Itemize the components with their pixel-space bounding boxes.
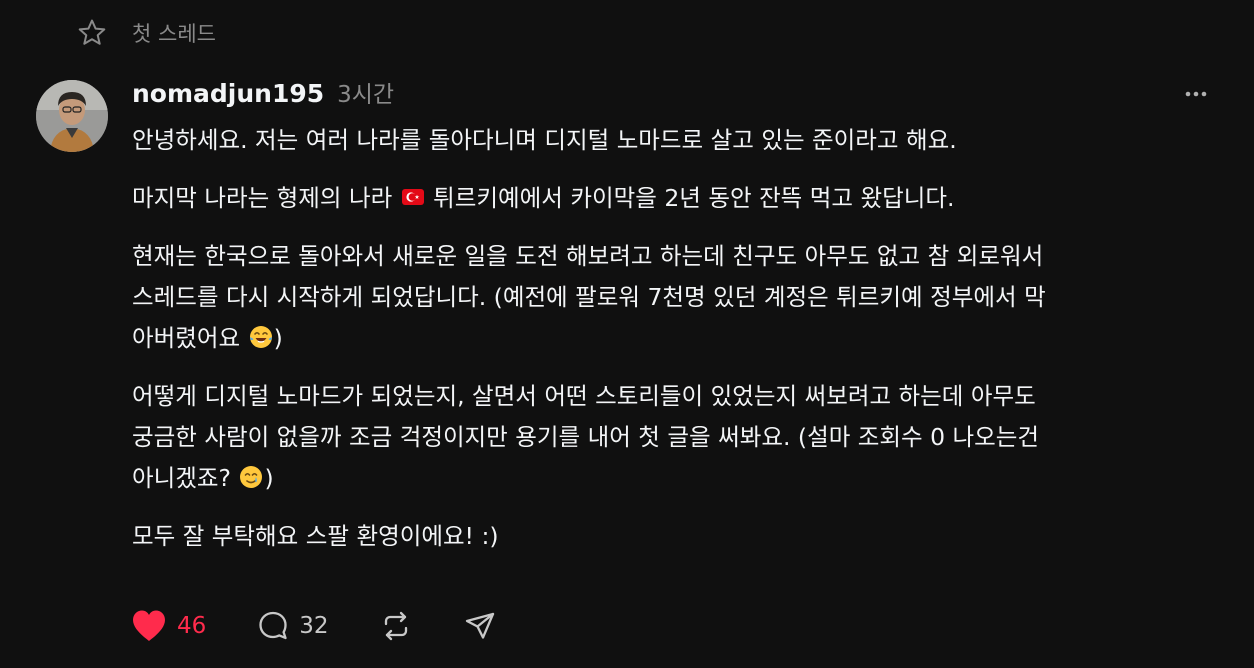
paragraph-text: 마지막 나라는 형제의 나라 — [132, 184, 400, 212]
post-paragraph: 마지막 나라는 형제의 나라 튀르키예에서 카이막을 2년 동안 잔뜩 먹고 왔… — [132, 178, 1232, 219]
star-icon[interactable] — [76, 17, 108, 49]
turkey-flag-emoji — [400, 182, 426, 208]
tears-of-joy-emoji — [248, 322, 274, 348]
paragraph-text: 안녕하세요. 저는 여러 나라를 돌아다니며 디지털 노마드로 살고 있는 준이… — [132, 126, 957, 154]
comment-icon — [259, 611, 287, 640]
post-body: 안녕하세요. 저는 여러 나라를 돌아다니며 디지털 노마드로 살고 있는 준이… — [132, 120, 1232, 574]
smiling-face-with-tear-emoji — [238, 462, 264, 488]
paragraph-text: ) — [264, 464, 274, 492]
repost-button[interactable] — [379, 609, 413, 643]
paragraph-text: 스레드를 다시 시작하게 되었답니다. (예전에 팔로워 7천명 있던 계정은 … — [132, 283, 1046, 311]
paragraph-text: 아버렸어요 — [132, 324, 248, 352]
avatar[interactable] — [36, 80, 108, 152]
paragraph-text: 현재는 한국으로 돌아와서 새로운 일을 도전 해보려고 하는데 친구도 아무도… — [132, 242, 1044, 270]
share-button[interactable] — [463, 609, 497, 643]
send-icon — [465, 612, 494, 639]
post-paragraph: 현재는 한국으로 돌아와서 새로운 일을 도전 해보려고 하는데 친구도 아무도… — [132, 236, 1232, 359]
paragraph-text: 모두 잘 부탁해요 스팔 환영이에요! :) — [132, 522, 499, 550]
post-header: nomadjun195 3시간 — [132, 75, 394, 111]
paragraph-text: 튀르키예에서 카이막을 2년 동안 잔뜩 먹고 왔답니다. — [425, 184, 955, 212]
paragraph-text: ) — [273, 324, 283, 352]
thread-title: 첫 스레드 — [132, 22, 216, 46]
paragraph-text: 아니겠죠? — [132, 464, 239, 492]
post-paragraph: 안녕하세요. 저는 여러 나라를 돌아다니며 디지털 노마드로 살고 있는 준이… — [132, 120, 1232, 161]
username-link[interactable]: nomadjun195 — [132, 79, 324, 108]
post-paragraph: 모두 잘 부탁해요 스팔 환영이에요! :) — [132, 516, 1232, 557]
comment-count: 32 — [299, 613, 329, 639]
action-bar: 46 32 — [130, 606, 547, 646]
like-count: 46 — [177, 613, 207, 639]
thread-header: 첫 스레드 — [76, 14, 216, 52]
paragraph-text: 궁금한 사람이 없을까 조금 걱정이지만 용기를 내어 첫 글을 써봐요. (설… — [132, 423, 1040, 451]
like-button[interactable]: 46 — [130, 608, 206, 644]
paragraph-text: 어떻게 디지털 노마드가 되었는지, 살면서 어떤 스토리들이 있었는지 써보려… — [132, 382, 1036, 410]
post-paragraph: 어떻게 디지털 노마드가 되었는지, 살면서 어떤 스토리들이 있었는지 써보려… — [132, 376, 1232, 499]
more-options-icon[interactable] — [1180, 84, 1212, 104]
repost-icon — [384, 611, 407, 641]
post-timestamp: 3시간 — [337, 82, 395, 108]
heart-icon — [133, 610, 165, 641]
comment-button[interactable]: 32 — [256, 609, 329, 643]
